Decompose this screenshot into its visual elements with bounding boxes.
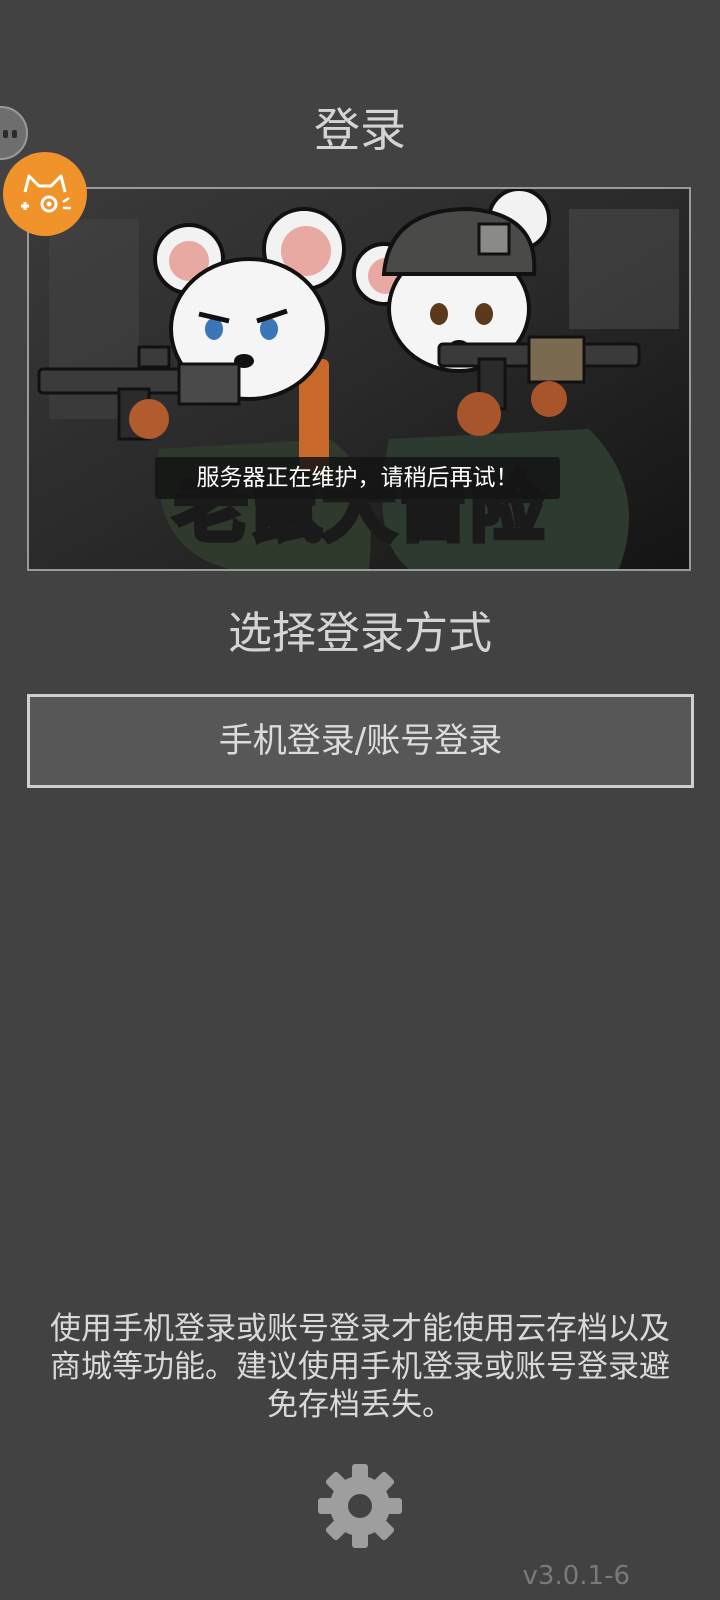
assistant-face-icon xyxy=(3,130,8,138)
page-title: 登录 xyxy=(314,103,406,157)
floating-cat-button[interactable] xyxy=(3,152,87,236)
banner-illustration: 老鼠大冒险 xyxy=(29,189,689,569)
login-screen: 登录 老鼠大冒险 服务器正在维护，请稍后再试！ 选择登录方式 手机登录/账号登录… xyxy=(0,0,720,1600)
app-version: v3.0.1-6 xyxy=(522,1561,630,1591)
login-method-prompt: 选择登录方式 xyxy=(228,608,492,659)
game-banner: 老鼠大冒险 xyxy=(27,187,691,571)
maintenance-toast: 服务器正在维护，请稍后再试！ xyxy=(155,457,560,499)
cat-face-icon xyxy=(21,174,71,213)
cloud-save-notice: 使用手机登录或账号登录才能使用云存档以及商城等功能。建议使用手机登录或账号登录避… xyxy=(50,1311,670,1423)
phone-account-login-button[interactable]: 手机登录/账号登录 xyxy=(27,694,694,788)
gear-icon[interactable] xyxy=(316,1462,404,1550)
